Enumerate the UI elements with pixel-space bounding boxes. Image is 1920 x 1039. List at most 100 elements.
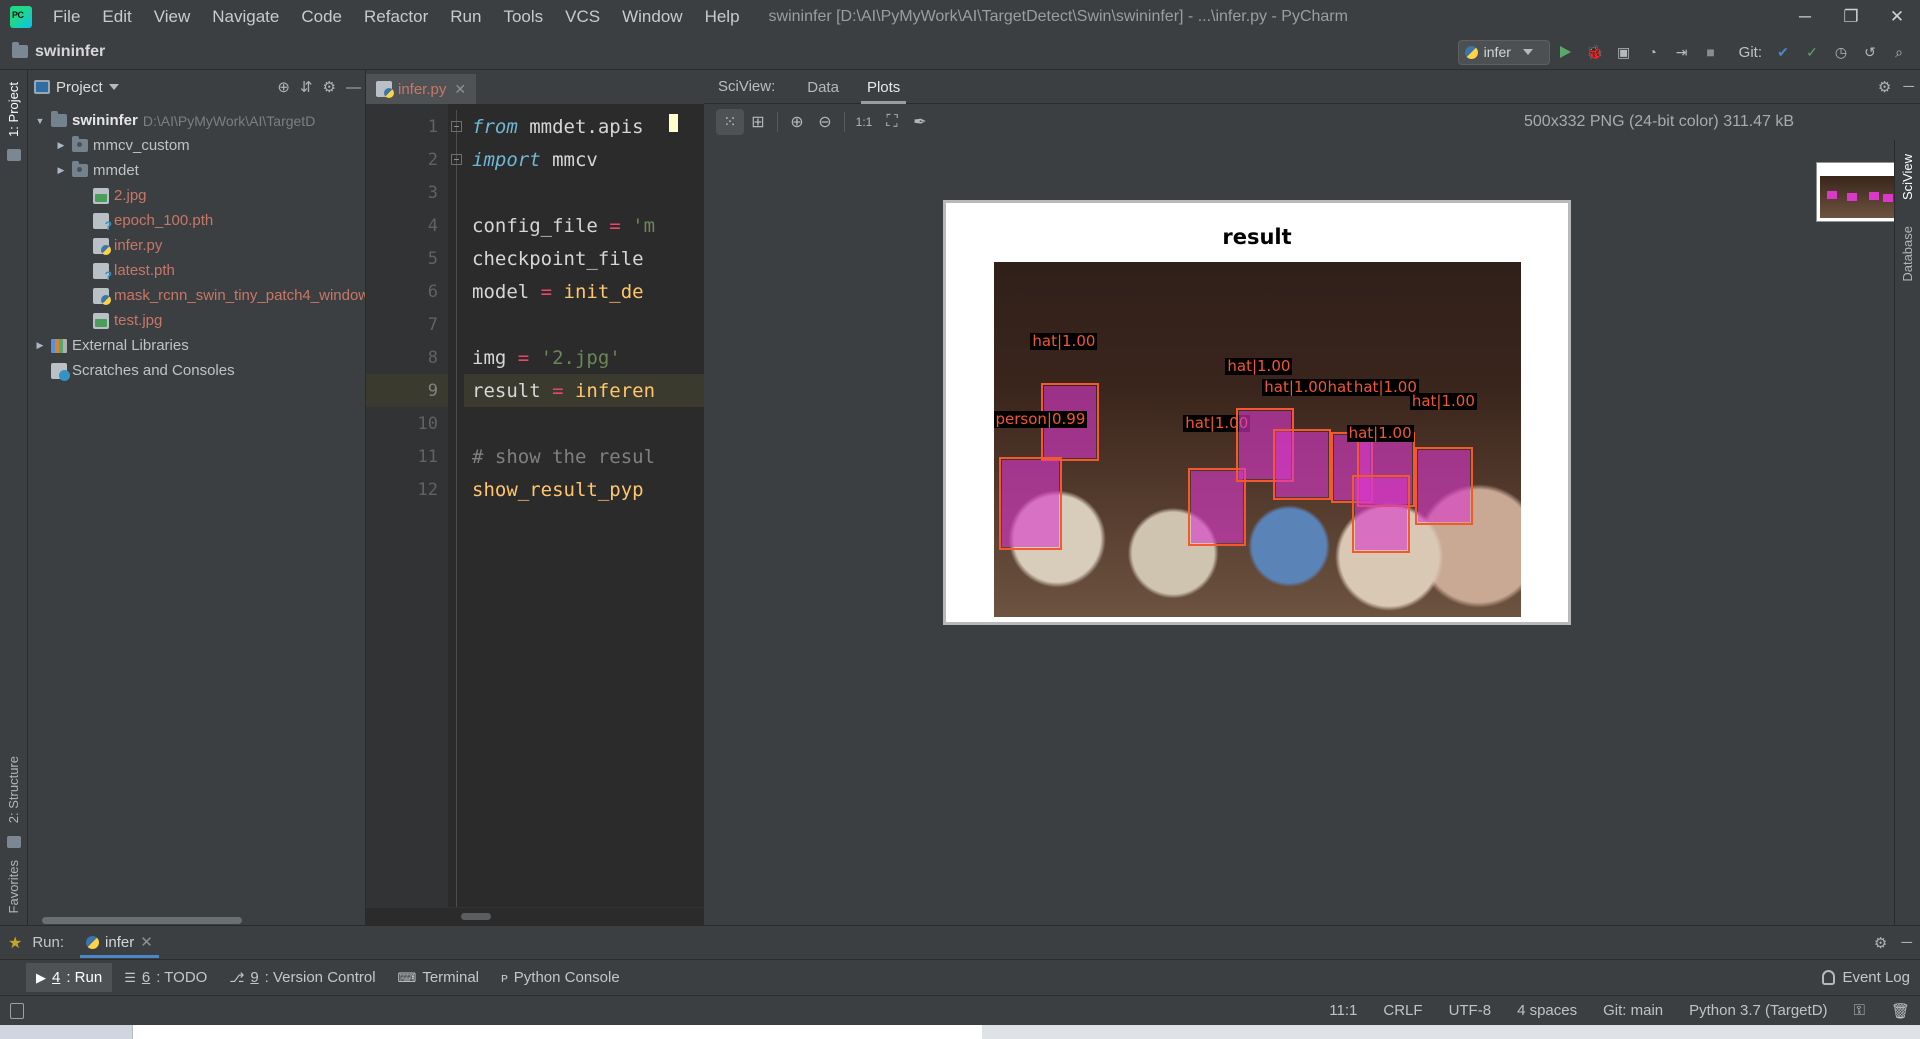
git-history-button[interactable]: ◷ [1828, 39, 1854, 65]
toggle-toolwindows-icon[interactable] [10, 1002, 24, 1019]
code-line[interactable] [464, 176, 704, 209]
tool-window-versioncontrol[interactable]: ⎇ 9: Version Control [219, 963, 385, 992]
breadcrumb[interactable]: swininfer [12, 42, 105, 61]
code-line[interactable]: checkpoint_file [464, 242, 704, 275]
caret-position[interactable]: 11:1 [1329, 1002, 1357, 1019]
favorites-star-icon[interactable]: ★ [8, 933, 22, 953]
chevron-right-icon[interactable]: ▶ [55, 140, 67, 151]
search-icon[interactable]: ⌕ [1886, 39, 1912, 65]
git-update-button[interactable]: ✔ [1770, 39, 1796, 65]
tree-item[interactable]: ▶mask_rcnn_swin_tiny_patch4_window [28, 283, 365, 308]
menu-item-navigate[interactable]: Navigate [201, 5, 290, 29]
event-log-button[interactable]: Event Log [1822, 969, 1910, 986]
menu-item-vcs[interactable]: VCS [554, 5, 611, 29]
profile-button[interactable]: ◔ [1640, 39, 1666, 65]
zoom-in-icon[interactable]: ⊕ [783, 109, 811, 135]
tab-plots[interactable]: Plots [853, 72, 914, 104]
menu-item-edit[interactable]: Edit [91, 5, 142, 29]
code-area[interactable]: 1 2 3 4 5 6 7 8 9 10 11 12 from mmdet.apis import mm… [366, 104, 704, 907]
code-line[interactable]: result = inferen [464, 374, 704, 407]
chevron-right-icon[interactable]: ▶ [34, 340, 46, 351]
tree-item[interactable]: ▶latest.pth [28, 258, 365, 283]
line-separator[interactable]: CRLF [1383, 1002, 1422, 1019]
tree-item[interactable]: ▶epoch_100.pth [28, 208, 365, 233]
run-coverage-button[interactable]: ▣ [1611, 39, 1637, 65]
chevron-right-icon[interactable]: ▶ [55, 165, 67, 176]
tree-item[interactable]: ▶Scratches and Consoles [28, 358, 365, 383]
sidebar-tab-favorites[interactable]: Favorites [4, 854, 23, 919]
show-grid-icon[interactable]: ⊞ [744, 109, 772, 135]
code-line[interactable]: config_file = 'm [464, 209, 704, 242]
maximize-button[interactable]: ❐ [1828, 0, 1874, 34]
menu-item-code[interactable]: Code [290, 5, 353, 29]
lock-icon[interactable]: ⚿ [1854, 1002, 1865, 1019]
code-folding-gutter[interactable] [448, 104, 464, 907]
indent-setting[interactable]: 4 spaces [1517, 1002, 1577, 1019]
tree-item[interactable]: ▶ External Libraries [28, 333, 365, 358]
editor-tab-infer-py[interactable]: infer.py ✕ [366, 74, 477, 104]
code-line[interactable]: import mmcv [464, 143, 704, 176]
sidebar-tab-sciview[interactable]: SciView [1898, 148, 1917, 206]
show-pixels-icon[interactable]: ⁙ [716, 109, 744, 135]
color-picker-icon[interactable]: ✒ [906, 109, 934, 135]
chevron-down-icon[interactable]: ▼ [34, 116, 46, 126]
tree-item[interactable]: ▶ mmdet [28, 158, 365, 183]
undo-button[interactable]: ↺ [1857, 39, 1883, 65]
tree-item[interactable]: ▶test.jpg [28, 308, 365, 333]
sidebar-tab-structure[interactable]: 2: Structure [4, 750, 23, 829]
minimize-button[interactable]: ─ [1782, 0, 1828, 34]
run-configuration-selector[interactable]: infer [1457, 39, 1550, 65]
hide-panel-icon[interactable]: ─ [1903, 78, 1914, 95]
run-tab-infer[interactable]: infer ✕ [76, 927, 163, 958]
menu-item-tools[interactable]: Tools [492, 5, 554, 29]
gear-icon[interactable]: ⚙ [1878, 78, 1891, 96]
stop-button[interactable]: ■ [1698, 39, 1724, 65]
gear-icon[interactable]: ⚙ [1874, 934, 1887, 952]
trash-icon[interactable]: 🗑 [1891, 1002, 1910, 1020]
sidebar-tab-database[interactable]: Database [1898, 220, 1917, 288]
zoom-out-icon[interactable]: ⊖ [811, 109, 839, 135]
project-horizontal-scrollbar[interactable] [28, 917, 365, 925]
tool-window-pythonconsole[interactable]: ᴘ Python Console [491, 963, 630, 992]
tab-data[interactable]: Data [793, 72, 853, 104]
code-line[interactable]: # show the resul [464, 440, 704, 473]
code-line[interactable]: img = '2.jpg' [464, 341, 704, 374]
tree-item[interactable]: ▶ mmcv_custom [28, 133, 365, 158]
close-icon[interactable]: ✕ [454, 81, 466, 98]
code-text[interactable]: from mmdet.apis import mmcv config_file = … [464, 104, 704, 907]
tree-item[interactable]: ▶2.jpg [28, 183, 365, 208]
close-button[interactable]: ✕ [1874, 0, 1920, 34]
detection-image[interactable]: hat|1.00 person|0.99 hat|1.00 hat|1.00 hat|1… [993, 262, 1521, 617]
code-line[interactable]: from mmdet.apis [464, 110, 704, 143]
run-button[interactable] [1553, 39, 1579, 65]
debug-button[interactable]: 🐞 [1582, 39, 1608, 65]
plot-card[interactable]: result hat|1.00 person|0.99 hat|1.00 hat|1.… [943, 200, 1571, 625]
run-with-console-button[interactable]: ⇥ [1669, 39, 1695, 65]
tool-window-run[interactable]: ▶ 4: Run [26, 963, 113, 992]
zoom-actual-icon[interactable]: 1:1 [850, 109, 878, 135]
tool-window-terminal[interactable]: ⌨ Terminal [388, 963, 489, 992]
tool-window-todo[interactable]: ☰ 6: TODO [114, 963, 217, 992]
zoom-fit-icon[interactable]: ⛶ [878, 109, 906, 135]
chevron-down-icon[interactable] [108, 84, 119, 90]
plot-thumbnail[interactable] [1816, 162, 1902, 222]
collapse-all-icon[interactable]: ⇵ [300, 78, 313, 96]
hide-panel-icon[interactable]: ─ [1901, 934, 1912, 951]
git-commit-button[interactable]: ✓ [1799, 39, 1825, 65]
file-encoding[interactable]: UTF-8 [1449, 1002, 1492, 1019]
git-branch[interactable]: Git: main [1603, 1002, 1663, 1019]
code-line[interactable]: model = init_de [464, 275, 704, 308]
project-tree[interactable]: ▼ swininfer D:\AI\PyMyWork\AI\TargetD ▶ mmcv… [28, 104, 365, 925]
tree-item[interactable]: ▼ swininfer D:\AI\PyMyWork\AI\TargetD [28, 108, 365, 133]
close-icon[interactable]: ✕ [140, 933, 153, 951]
hide-panel-icon[interactable]: — [346, 79, 361, 96]
locate-file-icon[interactable]: ⊕ [277, 78, 290, 96]
python-interpreter[interactable]: Python 3.7 (TargetD) [1689, 1002, 1827, 1019]
code-line[interactable]: show_result_pyp [464, 473, 704, 506]
tree-item[interactable]: ▶infer.py [28, 233, 365, 258]
menu-item-file[interactable]: File [42, 5, 91, 29]
gear-icon[interactable]: ⚙ [323, 78, 336, 96]
menu-item-refactor[interactable]: Refactor [353, 5, 439, 29]
sidebar-tab-project[interactable]: 1: Project [4, 76, 23, 143]
menu-item-window[interactable]: Window [611, 5, 693, 29]
